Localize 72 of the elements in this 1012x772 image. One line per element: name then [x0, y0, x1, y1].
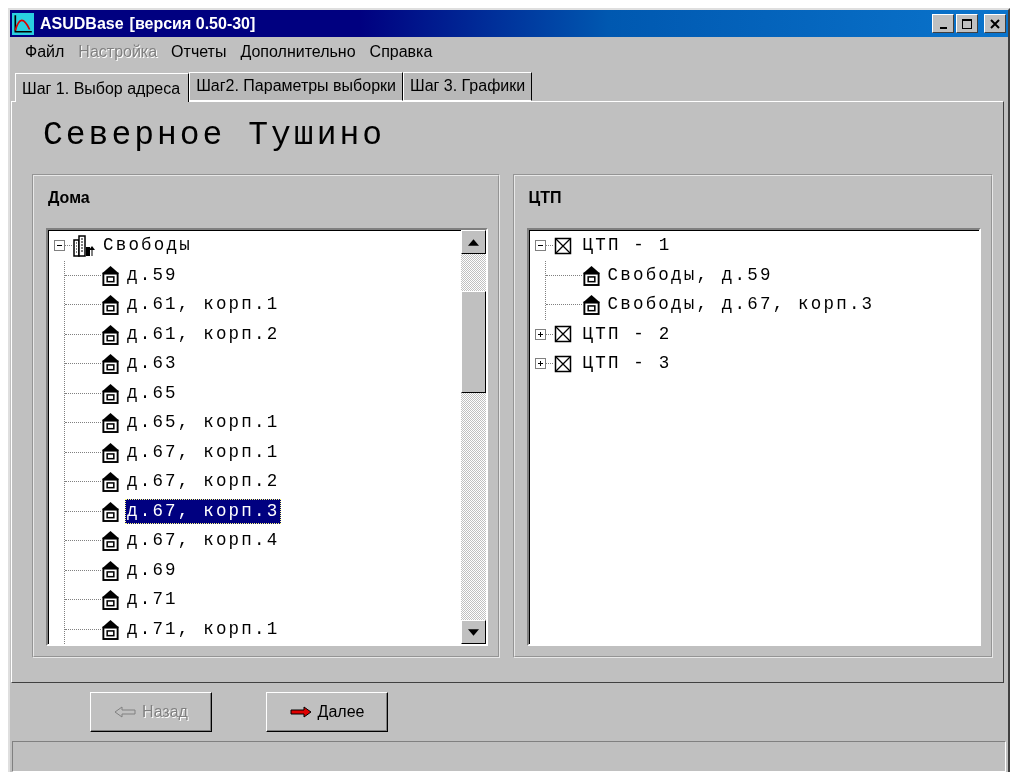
down-arrow-icon — [467, 628, 479, 636]
menu-item[interactable]: Отчеты — [164, 43, 234, 61]
tree-item[interactable]: д.69 — [125, 557, 180, 583]
menu-item[interactable]: Дополнительно — [233, 43, 363, 61]
tree-item[interactable]: д.65 — [125, 380, 180, 406]
vertical-scrollbar[interactable] — [460, 230, 486, 644]
tree-item[interactable]: ЦТП - 3 — [580, 351, 674, 377]
collapse-icon[interactable] — [534, 240, 546, 252]
right-arrow-icon — [289, 706, 312, 718]
up-arrow-icon — [467, 238, 479, 246]
expand-icon[interactable] — [534, 358, 546, 370]
crossed-box-icon — [553, 236, 572, 255]
window-title: [версия 0.50-30] — [129, 14, 256, 33]
tree-item[interactable]: д.71 — [125, 587, 180, 613]
minimize-button[interactable] — [932, 14, 954, 33]
group-title: Дома — [47, 188, 91, 208]
house-icon — [101, 530, 120, 552]
tree-item[interactable]: д.63 — [125, 351, 180, 377]
house-icon — [101, 589, 120, 611]
tree-item[interactable]: д.61, корп.1 — [125, 292, 282, 318]
tree-item[interactable]: д.67, корп.2 — [125, 469, 282, 495]
collapse-icon[interactable] — [54, 240, 65, 252]
left-arrow-icon — [114, 706, 137, 718]
house-icon — [101, 441, 120, 463]
house-icon — [101, 618, 120, 640]
tree-item[interactable]: Свободы — [101, 233, 194, 259]
buildings-icon — [72, 234, 96, 257]
scroll-down-button[interactable] — [460, 620, 486, 644]
crossed-box-icon — [553, 325, 572, 344]
tree-item[interactable]: д.67, корп.1 — [125, 439, 282, 465]
house-icon — [101, 500, 120, 522]
app-name: ASUDBase — [40, 14, 124, 33]
tree-item[interactable]: д.67, корп.3 — [125, 498, 282, 524]
house-icon — [581, 294, 601, 316]
tree-view[interactable]: ЦТП - 1 Свободы, д.59 Свободы, д.67, корп.3 ЦТП - 2 ЦТП - 3 — [526, 228, 981, 646]
maximize-icon — [960, 17, 974, 30]
expand-icon[interactable] — [534, 328, 546, 340]
house-icon — [101, 559, 120, 581]
menu-item[interactable]: Справка — [362, 43, 440, 61]
tree-item[interactable]: ЦТП - 1 — [580, 233, 674, 259]
house-icon — [101, 353, 120, 375]
close-button[interactable] — [984, 14, 1006, 33]
tree-item[interactable]: д.67, корп.4 — [125, 528, 282, 554]
house-icon — [101, 323, 120, 345]
tree-item[interactable]: д.71, корп.1 — [125, 616, 282, 642]
house-icon — [101, 412, 120, 434]
tree-item[interactable]: д.65, корп.1 — [125, 410, 282, 436]
menu-item[interactable]: Файл — [18, 43, 72, 61]
house-icon — [101, 294, 120, 316]
chart-icon — [12, 12, 34, 35]
tree-item[interactable]: д.61, корп.2 — [125, 321, 282, 347]
tree-item[interactable]: Свободы, д.67, корп.3 — [605, 292, 877, 318]
district-heading: Северное Тушино — [42, 116, 387, 156]
house-icon — [101, 382, 120, 404]
tab[interactable]: Шаг 3. Графики — [402, 72, 533, 101]
scroll-thumb[interactable] — [460, 291, 486, 393]
tree-item[interactable]: Свободы, д.59 — [605, 262, 775, 288]
next-button[interactable]: Далее — [266, 692, 388, 732]
tab[interactable]: Шаг2. Параметры выборки — [189, 72, 403, 101]
tab[interactable]: Шаг 1. Выбор адреса — [15, 73, 190, 102]
group-title: ЦТП — [527, 188, 563, 208]
house-icon — [101, 264, 120, 286]
house-icon — [581, 264, 601, 286]
tree-item[interactable]: ЦТП - 2 — [580, 321, 674, 347]
crossed-box-icon — [553, 354, 572, 373]
minimize-icon — [939, 26, 947, 29]
house-icon — [101, 471, 120, 493]
close-icon — [988, 17, 1002, 30]
tree-item[interactable]: д.59 — [125, 262, 180, 288]
maximize-button[interactable] — [956, 14, 978, 33]
tree-view[interactable]: Свободы д.59 д.61, корп.1 д.61, корп.2 д.63 д.65 д.65, корп.1 д.67, корп.1 д.67, корп.2 д.67, корп.3 д.67, корп.4 д.69 д.71 д.71, корп.1 — [46, 228, 488, 646]
scroll-up-button[interactable] — [460, 230, 486, 254]
